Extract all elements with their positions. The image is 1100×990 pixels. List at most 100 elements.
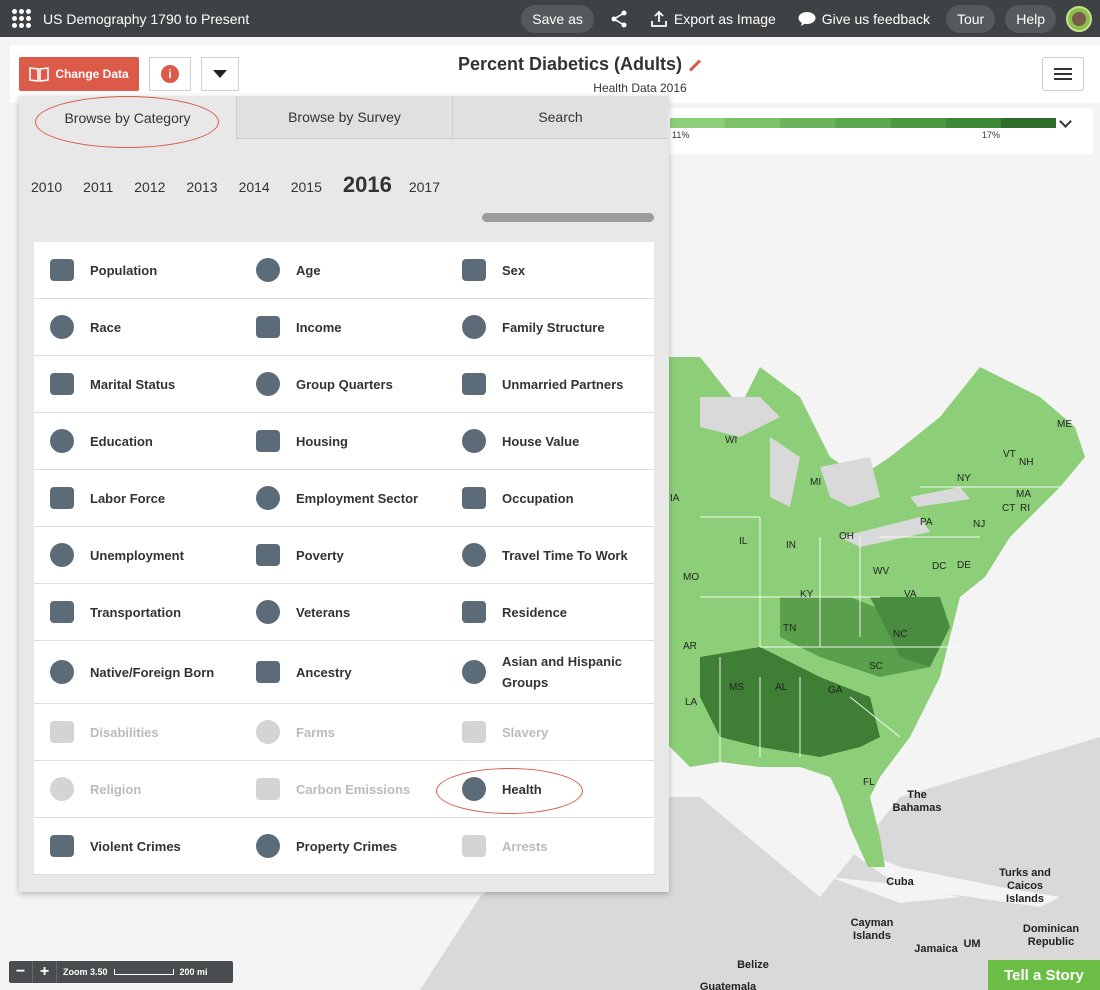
category-farms: Farms — [240, 704, 446, 760]
category-employment-sector[interactable]: Employment Sector — [240, 470, 446, 526]
houses-icon — [252, 427, 284, 455]
state-label-me: ME — [1057, 419, 1072, 430]
category-label: Transportation — [90, 604, 182, 620]
category-row: Education Housing House Value — [34, 413, 654, 470]
category-poverty[interactable]: Poverty — [240, 527, 446, 583]
zoom-control: − + Zoom 3.50 200 mi — [9, 961, 233, 983]
church-icon — [46, 775, 78, 803]
people-icon — [46, 256, 78, 284]
category-label: Poverty — [296, 547, 344, 563]
category-housing[interactable]: Housing — [240, 413, 446, 469]
dropdown-button[interactable] — [201, 57, 239, 91]
year-2011[interactable]: 2011 — [83, 179, 113, 195]
category-income[interactable]: Income — [240, 299, 446, 355]
category-label: Group Quarters — [296, 376, 393, 392]
tour-button[interactable]: Tour — [945, 4, 996, 33]
dollar-icon — [252, 313, 284, 341]
category-education[interactable]: Education — [34, 413, 240, 469]
tab-browse-by-survey[interactable]: Browse by Survey — [236, 96, 452, 139]
category-veterans[interactable]: Veterans — [240, 584, 446, 640]
category-ancestry[interactable]: Ancestry — [240, 641, 446, 703]
legend-color-bar — [670, 118, 1056, 128]
category-unmarried-partners[interactable]: Unmarried Partners — [446, 356, 652, 412]
feedback-label: Give us feedback — [821, 10, 930, 27]
category-sex[interactable]: Sex — [446, 242, 652, 298]
category-asian-and-hispanic-groups[interactable]: Asian and Hispanic Groups — [446, 641, 652, 703]
category-marital-status[interactable]: Marital Status — [34, 356, 240, 412]
category-labor-force[interactable]: Labor Force — [34, 470, 240, 526]
legend — [660, 108, 1093, 154]
change-data-button[interactable]: Change Data — [19, 57, 139, 91]
category-label: Labor Force — [90, 490, 166, 506]
category-label: Disabilities — [90, 724, 159, 740]
state-label-tn: TN — [783, 623, 797, 634]
category-label: Property Crimes — [296, 838, 398, 854]
category-house-value[interactable]: House Value — [446, 413, 652, 469]
state-label-in: IN — [786, 540, 796, 551]
book-icon — [29, 67, 50, 82]
book-icon — [46, 427, 78, 455]
category-age[interactable]: Age — [240, 242, 446, 298]
feedback-button[interactable]: Give us feedback — [792, 11, 936, 27]
tab-search[interactable]: Search — [452, 96, 668, 139]
zoom-in-button[interactable]: + — [33, 961, 57, 983]
category-native-foreign-born[interactable]: Native/Foreign Born — [34, 641, 240, 703]
category-property-crimes[interactable]: Property Crimes — [240, 818, 446, 874]
state-label-sc: SC — [869, 661, 883, 672]
year-2012[interactable]: 2012 — [134, 179, 165, 195]
house-value-icon — [458, 427, 490, 455]
category-label: Housing — [296, 433, 348, 449]
year-2014[interactable]: 2014 — [239, 179, 270, 195]
place-label-jamaica: Jamaica — [914, 943, 958, 955]
category-label: Marital Status — [90, 376, 176, 392]
category-group-quarters[interactable]: Group Quarters — [240, 356, 446, 412]
category-label: Unemployment — [90, 547, 184, 563]
tell-a-story-button[interactable]: Tell a Story — [988, 960, 1100, 990]
year-2010[interactable]: 2010 — [31, 179, 62, 195]
export-label: Export as Image — [673, 10, 776, 27]
year-2013[interactable]: 2013 — [186, 179, 217, 195]
hamburger-menu-button[interactable] — [1042, 57, 1084, 91]
state-label-nh: NH — [1019, 457, 1034, 468]
rings-icon — [46, 370, 78, 398]
state-label-dc: DC — [932, 561, 947, 572]
save-as-button[interactable]: Save as — [521, 4, 594, 33]
category-row: Disabilities Farms Slavery — [34, 704, 654, 761]
info-button[interactable]: i — [149, 57, 191, 91]
map-title: Percent Diabetics (Adults) — [420, 54, 740, 75]
category-row: Labor Force Employment Sector Occupation — [34, 470, 654, 527]
category-row: Unemployment Poverty Travel Time To Work — [34, 527, 654, 584]
info-icon: i — [161, 65, 179, 83]
category-label: Race — [90, 319, 122, 335]
export-image-button[interactable]: Export as Image — [644, 10, 782, 28]
share-button[interactable] — [604, 10, 634, 28]
zoom-out-button[interactable]: − — [9, 961, 33, 983]
user-avatar[interactable] — [1066, 5, 1092, 32]
handcuffs-icon — [458, 832, 490, 860]
category-residence[interactable]: Residence — [446, 584, 652, 640]
map-title-text: Percent Diabetics (Adults) — [457, 54, 683, 74]
money-bag-icon — [252, 541, 284, 569]
app-menu-icon[interactable] — [12, 8, 32, 29]
help-button[interactable]: Help — [1005, 4, 1056, 33]
state-label-ma: MA — [1016, 489, 1031, 500]
scale-bar — [113, 969, 174, 975]
tab-highlight-annotation — [35, 96, 219, 148]
pencil-icon[interactable] — [689, 59, 702, 72]
wheelchair-icon — [46, 718, 78, 746]
year-2015[interactable]: 2015 — [291, 179, 322, 195]
year-2016[interactable]: 2016 — [343, 172, 392, 198]
category-label: Violent Crimes — [90, 838, 181, 854]
year-scrollbar[interactable] — [482, 213, 654, 222]
home-door-icon — [458, 598, 490, 626]
category-unemployment[interactable]: Unemployment — [34, 527, 240, 583]
category-race[interactable]: Race — [34, 299, 240, 355]
category-population[interactable]: Population — [34, 242, 240, 298]
category-occupation[interactable]: Occupation — [446, 470, 652, 526]
category-row: Population Age Sex — [34, 242, 654, 299]
year-2017[interactable]: 2017 — [409, 179, 440, 195]
category-transportation[interactable]: Transportation — [34, 584, 240, 640]
category-violent-crimes[interactable]: Violent Crimes — [34, 818, 240, 874]
category-family-structure[interactable]: Family Structure — [446, 299, 652, 355]
category-travel-time-to-work[interactable]: Travel Time To Work — [446, 527, 652, 583]
